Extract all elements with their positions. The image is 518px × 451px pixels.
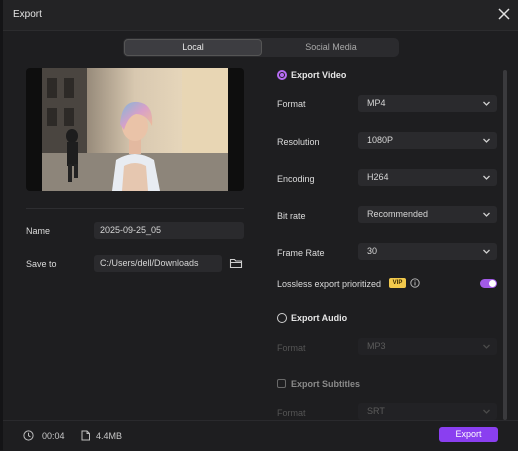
file-icon	[81, 430, 90, 441]
export-video-label: Export Video	[291, 70, 347, 80]
chevron-down-icon	[483, 175, 490, 180]
clock-icon	[23, 430, 34, 441]
lossless-toggle[interactable]	[480, 279, 497, 288]
info-icon[interactable]	[410, 278, 420, 288]
framerate-value: 30	[367, 246, 378, 256]
duration-text: 00:04	[42, 431, 65, 441]
chevron-down-icon	[483, 101, 490, 106]
chevron-down-icon	[483, 249, 490, 254]
toggle-knob	[489, 280, 496, 287]
framerate-label: Frame Rate	[277, 248, 325, 258]
encoding-value: H264	[367, 172, 389, 182]
chevron-down-icon	[483, 138, 490, 143]
tab-social-media[interactable]: Social Media	[263, 38, 399, 57]
tab-local[interactable]: Local	[124, 39, 262, 56]
subtitles-format-select[interactable]: SRT	[358, 403, 497, 420]
save-path-input[interactable]: C:/Users/dell/Downloads	[94, 255, 222, 272]
export-video-radio[interactable]	[277, 70, 287, 80]
resolution-label: Resolution	[277, 137, 320, 147]
resolution-value: 1080P	[367, 135, 394, 145]
format-value: MP4	[367, 98, 386, 108]
chevron-down-icon	[483, 409, 490, 414]
audio-format-value: MP3	[367, 341, 386, 351]
bitrate-label: Bit rate	[277, 211, 306, 221]
export-dialog: Export Local Social Media Name 2025-09-2…	[3, 0, 518, 451]
resolution-select[interactable]: 1080P	[358, 132, 497, 149]
bitrate-value: Recommended	[367, 209, 429, 219]
bitrate-select[interactable]: Recommended	[358, 206, 497, 223]
export-destination-tabs: Local Social Media	[123, 38, 399, 57]
encoding-select[interactable]: H264	[358, 169, 497, 186]
save-to-label: Save to	[26, 259, 57, 269]
audio-format-label: Format	[277, 343, 306, 353]
video-preview	[26, 68, 244, 191]
export-subtitles-checkbox[interactable]	[277, 379, 286, 388]
export-button[interactable]: Export	[439, 427, 498, 442]
subtitles-format-label: Format	[277, 408, 306, 418]
format-label: Format	[277, 99, 306, 109]
close-button[interactable]	[496, 6, 512, 22]
vip-badge: VIP	[389, 278, 406, 288]
export-audio-label: Export Audio	[291, 313, 348, 323]
chevron-down-icon	[483, 212, 490, 217]
folder-icon[interactable]	[229, 256, 243, 270]
name-label: Name	[26, 226, 51, 236]
name-input[interactable]: 2025-09-25_05	[94, 222, 244, 239]
encoding-label: Encoding	[277, 174, 315, 184]
lossless-label: Lossless export prioritized	[277, 279, 382, 289]
format-select[interactable]: MP4	[358, 95, 497, 112]
framerate-select[interactable]: 30	[358, 243, 497, 260]
export-subtitles-label: Export Subtitles	[291, 379, 361, 389]
title-bar: Export	[3, 0, 518, 31]
settings-scrollbar[interactable]	[503, 70, 507, 420]
subtitles-format-value: SRT	[367, 406, 385, 416]
close-icon	[498, 8, 510, 20]
export-audio-radio[interactable]	[277, 313, 287, 323]
preview-thumbnail	[42, 68, 228, 191]
chevron-down-icon	[483, 344, 490, 349]
divider	[26, 208, 244, 209]
file-size-text: 4.4MB	[96, 431, 123, 441]
audio-format-select[interactable]: MP3	[358, 338, 497, 355]
dialog-title: Export	[13, 9, 42, 20]
